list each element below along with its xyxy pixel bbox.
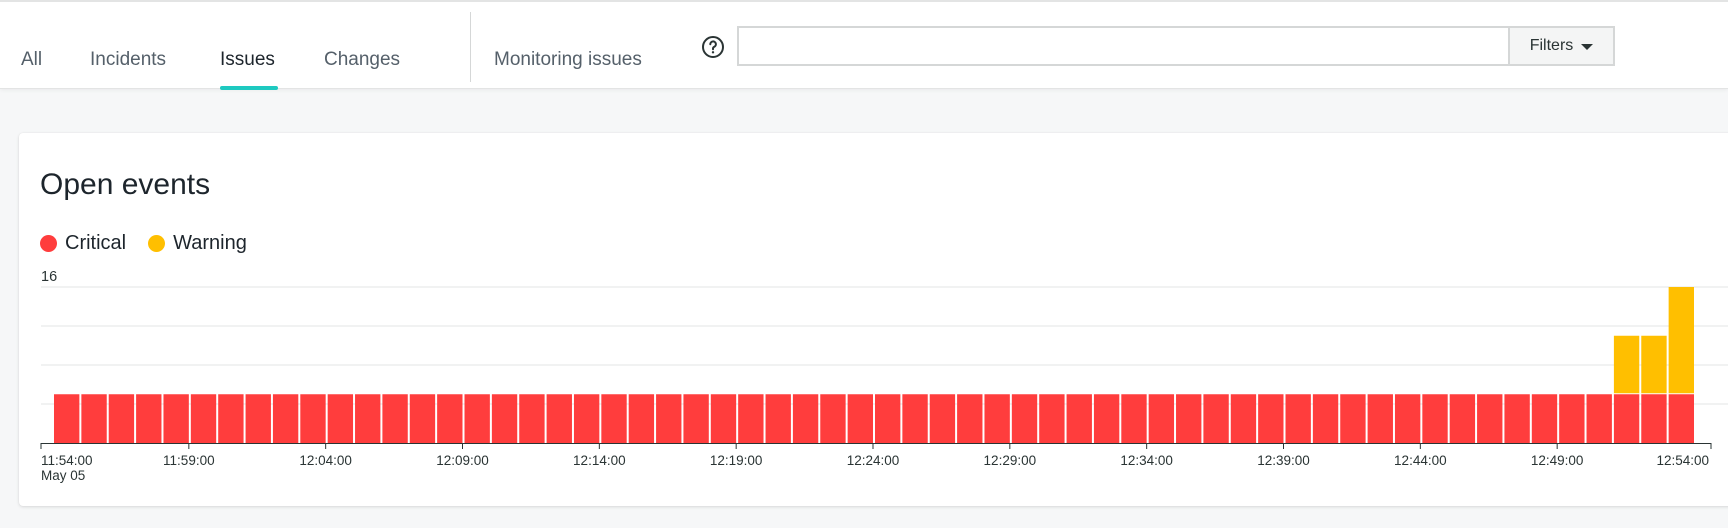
bar-critical — [1559, 394, 1585, 443]
bar-critical — [218, 394, 244, 443]
search-input[interactable] — [737, 26, 1509, 66]
bar-critical — [464, 394, 490, 443]
y-tick-label: 16 — [41, 269, 57, 285]
x-tick-label: 12:19:00 — [710, 453, 763, 468]
x-tick-label: 12:34:00 — [1120, 453, 1173, 468]
bar-critical — [108, 394, 135, 443]
x-tick-label: 12:09:00 — [436, 453, 489, 468]
bar-critical — [957, 394, 983, 443]
bar-critical — [272, 394, 299, 443]
bar-critical — [54, 394, 80, 443]
tab-all[interactable]: All — [21, 48, 42, 72]
bar-critical — [382, 394, 408, 443]
tab-issues[interactable]: Issues — [220, 48, 275, 72]
bar-critical — [300, 394, 326, 443]
bar-critical — [491, 394, 518, 443]
open-events-chart: 16 11:54:00 11:59:00 12:04:00 12:09:00 12:14:… — [40, 269, 1728, 483]
bar-critical — [519, 394, 545, 443]
bar-critical — [1312, 394, 1339, 443]
bar-critical — [546, 394, 572, 443]
tab-monitoring-issues[interactable]: Monitoring issues — [494, 48, 642, 72]
bar-critical — [327, 394, 354, 443]
x-tick-label: 12:54:00 — [1656, 453, 1709, 468]
x-tick-label: 12:04:00 — [299, 453, 352, 468]
bar-critical — [1121, 394, 1147, 443]
x-tick-label: 11:54:00 — [41, 453, 93, 468]
bar-critical — [573, 394, 600, 443]
bar-warning — [1613, 335, 1640, 394]
bar-critical — [1586, 394, 1612, 443]
x-date-label: May 05 — [41, 468, 85, 483]
bar-critical — [1668, 394, 1694, 443]
bar-critical — [1477, 394, 1503, 443]
bar-critical — [628, 394, 655, 443]
open-events-card: Open events Critical Warning 16 11:54:00 1… — [19, 133, 1728, 506]
bar-critical — [929, 394, 956, 443]
bar-critical — [847, 394, 873, 443]
question-circle-icon[interactable] — [701, 35, 725, 59]
bar-critical — [792, 394, 819, 443]
x-tick-label: 12:49:00 — [1531, 453, 1584, 468]
bar-critical — [1641, 394, 1667, 443]
filters-label: Filters — [1529, 37, 1574, 54]
bar-critical — [245, 394, 271, 443]
bar-critical — [355, 394, 381, 443]
bar-critical — [1230, 394, 1257, 443]
bar-critical — [1203, 394, 1229, 443]
bar-critical — [656, 394, 682, 443]
tab-changes[interactable]: Changes — [324, 48, 400, 72]
bar-critical — [1176, 394, 1202, 443]
bar-critical — [1613, 394, 1640, 443]
x-tick-label: 11:59:00 — [163, 453, 215, 468]
bar-critical — [409, 394, 436, 443]
x-tick-label: 12:14:00 — [573, 453, 626, 468]
bar-critical — [683, 394, 709, 443]
bar-critical — [1504, 394, 1530, 443]
bar-critical — [136, 394, 162, 443]
bar-critical — [1531, 394, 1558, 443]
caret-down-icon — [1581, 44, 1594, 50]
bar-critical — [710, 394, 737, 443]
bar-warning — [1641, 335, 1667, 394]
bar-critical — [820, 394, 846, 443]
bar-critical — [984, 394, 1010, 443]
active-tab-indicator — [220, 86, 278, 90]
bar-warning — [1668, 287, 1694, 394]
bar-critical — [190, 394, 217, 443]
nav-divider — [470, 12, 471, 82]
bar-critical — [1039, 394, 1065, 443]
x-tick-label: 12:29:00 — [984, 453, 1037, 468]
bar-critical — [601, 394, 627, 443]
bar-critical — [1258, 394, 1284, 443]
bar-critical — [875, 394, 901, 443]
filters-button[interactable]: Filters — [1508, 26, 1615, 66]
bar-critical — [1422, 394, 1448, 443]
x-tick-label: 12:39:00 — [1257, 453, 1310, 468]
bar-critical — [902, 394, 928, 443]
bar-critical — [765, 394, 791, 443]
bar-critical — [81, 394, 107, 443]
bar-critical — [1148, 394, 1175, 443]
x-tick-label: 12:24:00 — [847, 453, 900, 468]
bar-critical — [437, 394, 463, 443]
bar-critical — [1285, 394, 1311, 443]
top-navigation-bar: All Incidents Issues Changes Monitoring … — [0, 0, 1728, 90]
bar-critical — [738, 394, 764, 443]
bar-critical — [1066, 394, 1092, 443]
x-tick-label: 12:44:00 — [1394, 453, 1447, 468]
bar-critical — [1394, 394, 1421, 443]
bar-critical — [163, 394, 189, 443]
bar-critical — [1340, 394, 1366, 443]
tab-incidents[interactable]: Incidents — [90, 48, 166, 72]
bar-critical — [1367, 394, 1393, 443]
bar-critical — [1093, 394, 1120, 443]
bar-critical — [1011, 394, 1038, 443]
bar-critical — [1449, 394, 1476, 443]
